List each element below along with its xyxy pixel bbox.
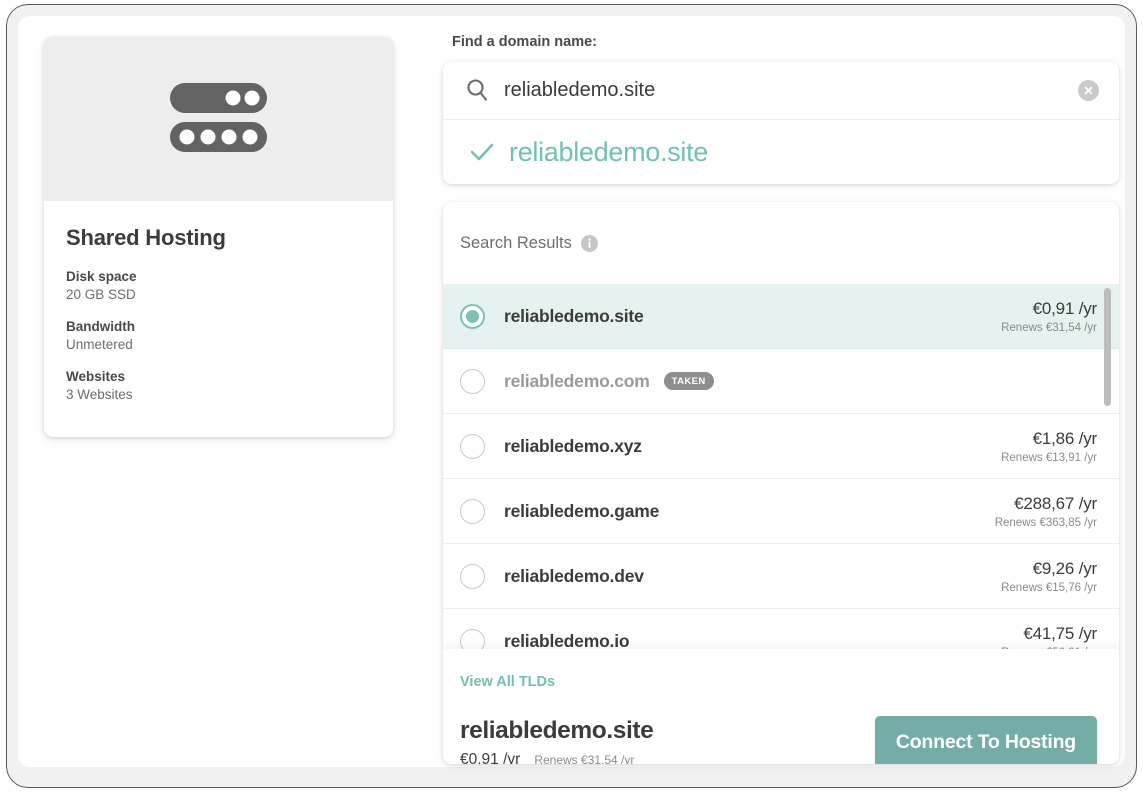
price-column: €288,67 /yr Renews €363,85 /yr [995,494,1097,529]
suggestion-text: reliabledemo.site [509,136,709,167]
search-icon [467,79,488,101]
domain-price: €9,26 /yr [1032,558,1098,578]
browser-window-frame: Shared Hosting Disk space 20 GB SSD Band… [6,4,1137,788]
domain-price: €41,75 /yr [1023,623,1097,643]
find-domain-label: Find a domain name: [452,34,598,50]
search-results-footer: View All TLDs reliabledemo.site €0,91 /y… [443,649,1119,764]
price-column: €41,75 /yr Renews €56,21 /yr [1001,624,1097,650]
domain-renewal-price: Renews €31,54 /yr [1001,321,1097,334]
table-row[interactable]: reliabledemo.game €288,67 /yr Renews €36… [443,479,1119,544]
domain-renewal-price: Renews €15,76 /yr [1001,581,1097,594]
page-surface: Shared Hosting Disk space 20 GB SSD Band… [18,16,1125,767]
price-column: €1,86 /yr Renews €13,91 /yr [1001,429,1097,464]
search-results-card: Search Results reliabledemo.site €0,91 /… [443,202,1119,764]
status-badge: TAKEN [663,372,714,390]
radio-button[interactable] [460,368,485,394]
spec-value: Unmetered [66,337,133,352]
domain-name: reliabledemo.xyz [504,435,642,456]
clear-search-icon[interactable] [1078,80,1099,101]
radio-button[interactable] [460,303,485,329]
plan-thumbnail [44,37,393,201]
search-results-header: Search Results [443,202,1119,284]
search-input[interactable] [504,79,1078,102]
price-column: €0,91 /yr Renews €31,54 /yr [1001,299,1097,334]
connect-to-hosting-button[interactable]: Connect To Hosting [874,716,1097,764]
close-icon [1084,86,1093,95]
radio-button[interactable] [460,563,485,589]
radio-button[interactable] [460,433,485,459]
domain-name: reliabledemo.game [504,500,660,521]
spec-value: 20 GB SSD [66,287,136,302]
domain-name: reliabledemo.dev [504,565,644,586]
plan-spec-bandwidth: Bandwidth Unmetered [66,319,371,352]
domain-price: €288,67 /yr [1014,493,1097,513]
domain-results-list[interactable]: reliabledemo.site €0,91 /yr Renews €31,5… [443,284,1119,649]
selected-domain-renewal: Renews €31,54 /yr [534,752,635,765]
plan-spec-disk-space: Disk space 20 GB SSD [66,269,371,302]
table-row[interactable]: reliabledemo.dev €9,26 /yr Renews €15,76… [443,544,1119,609]
table-row[interactable]: reliabledemo.site €0,91 /yr Renews €31,5… [443,284,1119,349]
spec-label: Bandwidth [66,319,135,334]
check-icon [470,143,494,161]
domain-search-card: reliabledemo.site [443,62,1119,184]
selected-domain-summary: reliabledemo.site €0,91 /yr Renews €31,5… [460,716,1097,764]
info-icon[interactable] [580,234,598,252]
plan-details: Shared Hosting Disk space 20 GB SSD Band… [44,201,393,402]
hosting-plan-card: Shared Hosting Disk space 20 GB SSD Band… [44,37,393,437]
domain-suggestion-row[interactable]: reliabledemo.site [443,120,1119,184]
spec-label: Disk space [66,269,137,284]
domain-name: reliabledemo.site [504,305,644,326]
price-column: €9,26 /yr Renews €15,76 /yr [1001,559,1097,594]
plan-title: Shared Hosting [66,225,226,250]
domain-price: €1,86 /yr [1032,428,1098,448]
view-all-tlds-link[interactable]: View All TLDs [460,674,555,690]
selected-domain-name: reliabledemo.site [460,716,654,744]
domain-renewal-price: Renews €363,85 /yr [994,516,1097,529]
radio-button[interactable] [460,498,485,524]
spec-value: 3 Websites [66,387,133,402]
table-row[interactable]: reliabledemo.xyz €1,86 /yr Renews €13,91… [443,414,1119,479]
scrollbar-thumb[interactable] [1104,288,1111,406]
domain-search-box[interactable] [443,62,1119,120]
selected-domain-pricing: €0,91 /yr Renews €31,54 /yr [460,751,653,765]
search-results-title: Search Results [460,233,572,252]
table-row[interactable]: reliabledemo.com TAKEN [443,349,1119,414]
selected-domain-info: reliabledemo.site €0,91 /yr Renews €31,5… [460,716,654,765]
radio-button[interactable] [460,628,485,649]
selected-domain-price: €0,91 /yr [460,750,521,765]
server-icon [170,83,267,152]
domain-name: reliabledemo.com [504,370,650,391]
spec-label: Websites [66,369,126,384]
domain-name: reliabledemo.io [504,630,630,650]
table-row[interactable]: reliabledemo.io €41,75 /yr Renews €56,21… [443,609,1119,649]
domain-search-section: Find a domain name: reliabledemo.site re… [443,34,1119,184]
plan-spec-websites: Websites 3 Websites [66,369,371,402]
domain-renewal-price: Renews €13,91 /yr [1001,451,1097,464]
domain-price: €0,91 /yr [1032,298,1098,318]
